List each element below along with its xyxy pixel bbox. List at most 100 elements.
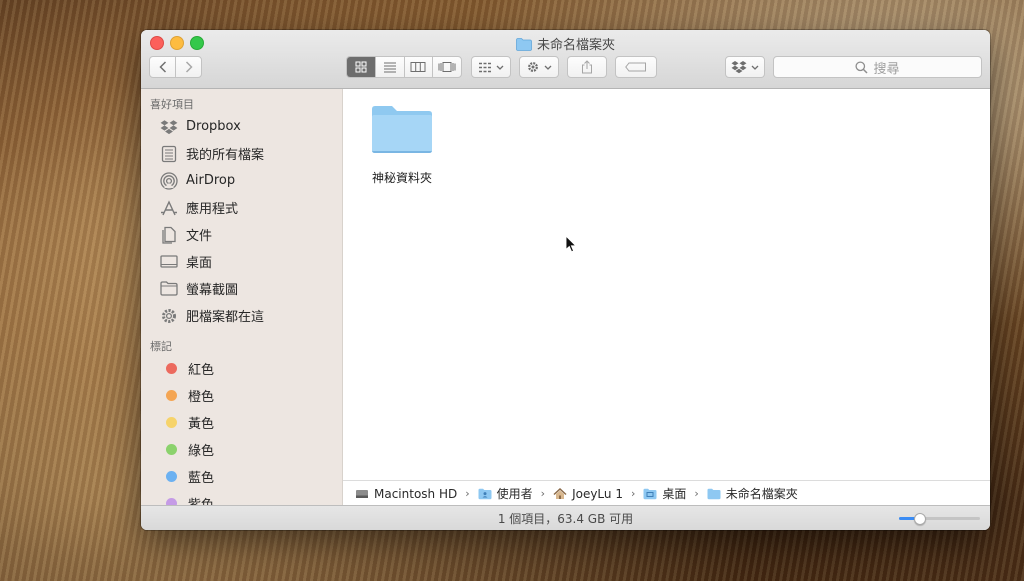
chevron-right-icon [185,61,193,73]
sidebar-tag-purple[interactable]: 紫色 [141,490,342,506]
sidebar-item-label: 肥檔案都在這 [186,310,265,325]
sidebar-tag-blue[interactable]: 藍色 [141,463,342,490]
search-placeholder: 搜尋 [873,61,900,77]
folder-icon [159,279,179,299]
slider-knob[interactable] [914,513,926,525]
chevron-down-icon [496,65,504,70]
sidebar-item-label: 應用程式 [186,202,239,217]
folder-name: 神秘資料夾 [371,171,432,185]
path-segment-label: 使用者 [496,487,533,501]
sidebar-item-label: 螢幕截圖 [186,283,239,298]
yellow-tag-icon [166,417,177,428]
sidebar-tag-orange[interactable]: 橙色 [141,382,342,409]
tag-icon [625,62,646,72]
path-segment-current-folder[interactable]: 未命名檔案夾 [707,485,798,502]
path-segment-users[interactable]: 使用者 [478,485,533,502]
list-view-button[interactable] [374,57,404,77]
file-browser-content[interactable]: 神秘資料夾 [343,89,990,481]
sidebar: 喜好項目 Dropbox 我的所有檔案 AirDrop 應用程式 文件 桌面 螢… [141,89,343,506]
navigation-buttons [149,56,202,78]
tags-header: 標記 [150,340,172,353]
folder-icon [516,38,532,55]
icon-size-slider[interactable] [899,513,980,525]
finder-window: 未命名檔案夾 搜尋 喜好項目 Dropbox 我的所有檔案 AirDrop 應用… [141,30,990,530]
red-tag-icon [166,363,177,374]
share-button[interactable] [567,56,607,78]
sidebar-item-dropbox[interactable]: Dropbox [141,113,342,140]
path-separator-icon: › [465,487,470,500]
dropbox-icon [159,117,179,137]
sidebar-tag-red[interactable]: 紅色 [141,355,342,382]
path-segment-label: 未命名檔案夾 [725,487,798,501]
sidebar-item-label: 黃色 [188,417,215,432]
search-field[interactable]: 搜尋 [773,56,982,78]
folder-item[interactable]: 神秘資料夾 [367,103,437,186]
sidebar-item-label: 紅色 [188,363,215,378]
dropbox-menu-button[interactable] [725,56,765,78]
path-separator-icon: › [694,487,699,500]
chevron-down-icon [544,65,552,70]
sidebar-item-applications[interactable]: 應用程式 [141,194,342,221]
all-files-icon [159,144,179,164]
sidebar-item-label: 綠色 [188,444,215,459]
home-icon [553,487,567,499]
sidebar-item-all-files[interactable]: 我的所有檔案 [141,140,342,167]
status-bar: 1 個項目，63.4 GB 可用 [141,505,990,530]
sidebar-item-label: 桌面 [186,256,213,271]
path-bar: Macintosh HD › 使用者 › JoeyLu 1 › 桌面 › 未命名… [343,480,990,506]
titlebar: 未命名檔案夾 搜尋 [141,30,990,89]
desktop-folder-icon [643,488,657,499]
path-segment-home[interactable]: JoeyLu 1 [553,487,623,501]
sidebar-item-label: 文件 [186,229,213,244]
dropbox-icon [731,61,747,74]
grid-icon [355,61,367,73]
sidebar-tag-green[interactable]: 綠色 [141,436,342,463]
path-segment-label: Macintosh HD [374,486,458,501]
path-segment-desktop[interactable]: 桌面 [643,485,686,502]
sidebar-tag-yellow[interactable]: 黃色 [141,409,342,436]
sidebar-item-label: 我的所有檔案 [186,148,265,163]
sidebar-item-label: 橙色 [188,390,215,405]
cover-flow-icon [438,62,456,72]
users-folder-icon [478,488,492,499]
sidebar-item-screenshots[interactable]: 螢幕截圖 [141,275,342,302]
window-title: 未命名檔案夾 [141,34,990,55]
search-icon [855,60,869,74]
path-segment-macintosh-hd[interactable]: Macintosh HD [355,487,457,501]
action-button[interactable] [519,56,559,78]
status-text: 1 個項目，63.4 GB 可用 [497,511,634,526]
icon-view-button[interactable] [347,57,375,77]
gear-icon [528,62,538,72]
desktop-icon [159,252,179,272]
favorites-header: 喜好項目 [150,98,194,111]
sidebar-item-label: Dropbox [186,119,241,134]
path-separator-icon: › [540,487,546,500]
column-view-button[interactable] [403,57,433,77]
columns-icon [410,62,426,72]
sidebar-item-documents[interactable]: 文件 [141,221,342,248]
sidebar-item-airdrop[interactable]: AirDrop [141,167,342,194]
back-button[interactable] [150,57,175,77]
folder-icon [372,106,432,153]
sidebar-item-big-files[interactable]: 肥檔案都在這 [141,302,342,329]
blue-tag-icon [166,471,177,482]
folder-icon [707,488,721,499]
list-icon [383,62,396,73]
window-title-text: 未命名檔案夾 [536,38,615,53]
tags-button[interactable] [615,56,657,78]
view-mode-segmented-control [346,56,462,78]
path-segment-label: 桌面 [662,487,687,501]
hard-drive-icon [356,489,368,498]
sidebar-item-desktop[interactable]: 桌面 [141,248,342,275]
sidebar-item-label: 藍色 [188,471,215,486]
documents-icon [159,225,179,245]
sidebar-item-label: AirDrop [186,173,236,188]
mouse-pointer-icon [565,234,577,257]
forward-button[interactable] [175,57,201,77]
orange-tag-icon [166,390,177,401]
cover-flow-view-button[interactable] [432,57,461,77]
chevron-down-icon [751,65,759,70]
green-tag-icon [166,444,177,455]
path-separator-icon: › [630,487,636,500]
arrange-button[interactable] [471,56,511,78]
